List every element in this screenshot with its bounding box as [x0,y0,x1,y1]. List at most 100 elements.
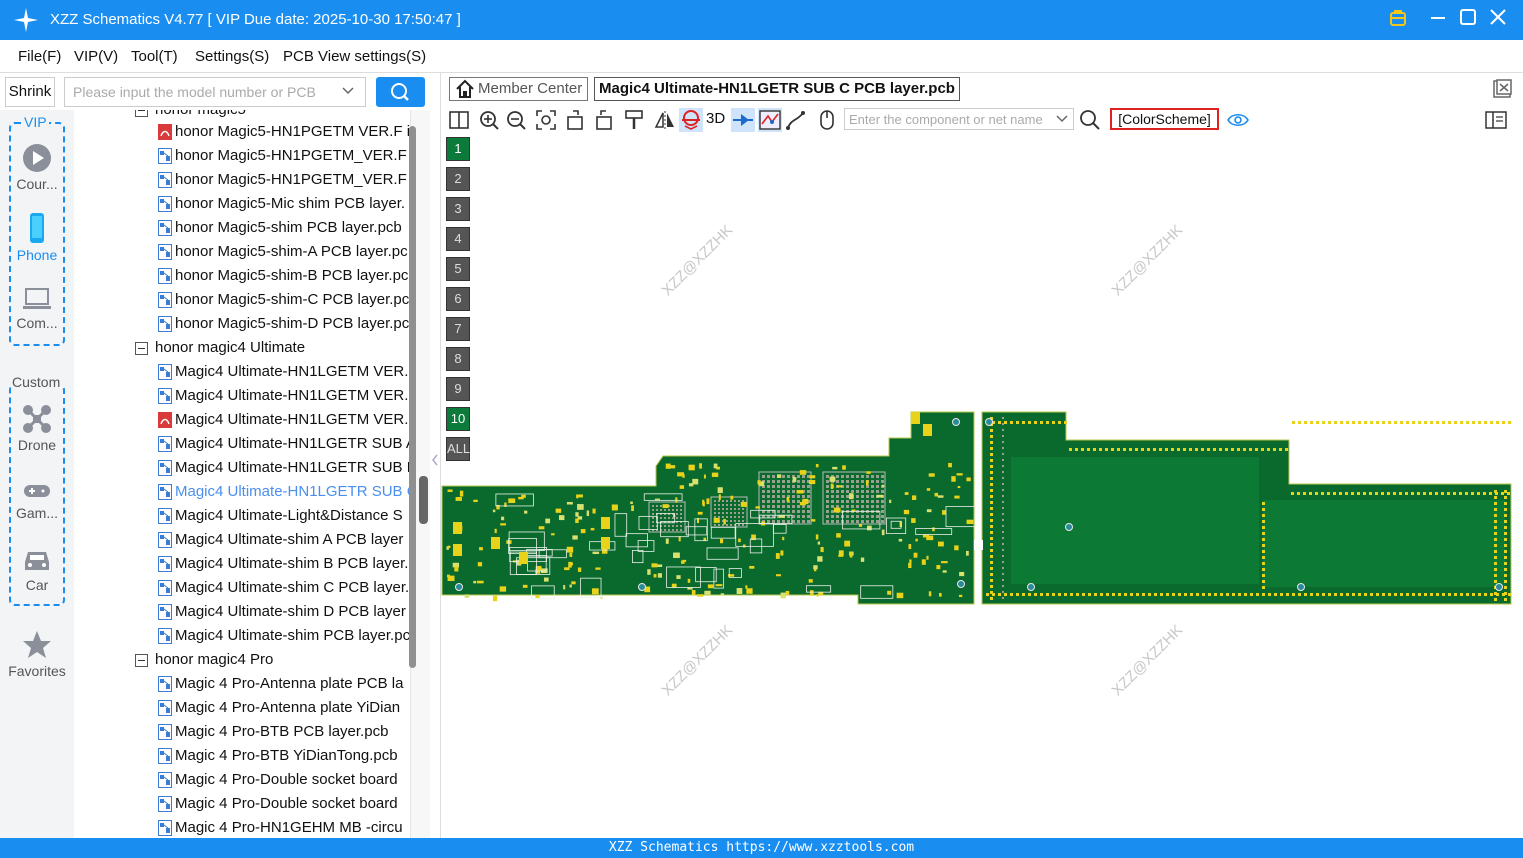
close-button[interactable] [1486,8,1510,32]
tree-file[interactable]: Magic4 Ultimate-Light&Distance S [74,504,410,528]
tab-active-file[interactable]: Magic4 Ultimate-HN1LGETR SUB C PCB layer… [594,77,960,101]
component-search-field[interactable] [844,108,1074,130]
tree-file[interactable]: Magic4 Ultimate-shim PCB layer.pc [74,624,410,648]
paint-brush-icon[interactable] [623,109,645,131]
tab-member-center[interactable]: Member Center [449,77,588,101]
tree-file[interactable]: Magic4 Ultimate-HN1LGETM VER.F [74,360,410,384]
collapse-icon[interactable] [135,110,148,117]
tree-file[interactable]: Magic 4 Pro-HN1GEHM MB -circu [74,816,410,838]
layer-button-4[interactable]: 4 [446,227,470,251]
search-icon[interactable] [1079,109,1101,131]
mouse-icon[interactable] [816,109,838,131]
tree-file[interactable]: honor Magic5-Mic shim PCB layer. [74,192,410,216]
car-icon [25,552,49,570]
net-highlight-icon[interactable] [679,108,703,132]
eye-icon[interactable] [1227,109,1249,131]
layer-button-7[interactable]: 7 [446,317,470,341]
tree-folder[interactable]: honor magic4 Pro [74,648,410,672]
menu-file[interactable]: File(F) [18,48,61,65]
layer-button-8[interactable]: 8 [446,347,470,371]
tree-file[interactable]: Magic 4 Pro-BTB YiDianTong.pcb [74,744,410,768]
tree-file[interactable]: Magic4 Ultimate-shim C PCB layer. [74,576,410,600]
menu-pcb-view-settings[interactable]: PCB View settings(S) [283,48,426,65]
tree-file[interactable]: Magic4 Ultimate-HN1LGETR SUB A [74,432,410,456]
model-search-input[interactable] [73,82,333,102]
tree-file[interactable]: Magic4 Ultimate-HN1LGETM VER.F [74,408,410,432]
collapse-icon[interactable] [135,654,148,667]
tree-file[interactable]: Magic4 Ultimate-shim B PCB layer. [74,552,410,576]
tree-file[interactable]: Magic 4 Pro-Double socket board [74,768,410,792]
tree-file[interactable]: Magic4 Ultimate-HN1LGETR SUB C [74,480,410,504]
layer-button-all[interactable]: ALL [446,437,470,461]
menu-bar: File(F) VIP(V) Tool(T) Settings(S) PCB V… [0,40,1523,72]
layer-overlay-icon[interactable] [758,108,782,132]
zoom-in-icon[interactable] [478,109,500,131]
sidebar-item-drone[interactable]: Drone [4,404,70,453]
sidebar-item-games[interactable]: Gam... [4,480,70,521]
sidebar-item-favorites[interactable]: Favorites [4,630,70,679]
zoom-out-icon[interactable] [505,109,527,131]
tree-file[interactable]: honor Magic5-HN1PGETM VER.F in [74,120,410,144]
maximize-button[interactable] [1456,8,1480,32]
model-search-field[interactable] [64,77,366,107]
collapse-icon[interactable] [135,342,148,355]
3d-view-button[interactable]: 3D [706,110,725,127]
fit-view-icon[interactable] [535,109,557,131]
color-scheme-button[interactable]: [ColorScheme] [1110,108,1219,130]
sidebar-item-car[interactable]: Car [4,546,70,593]
menu-settings[interactable]: Settings(S) [195,48,269,65]
layer-button-10[interactable]: 10 [446,407,470,431]
sidebar-item-courses[interactable]: Cour... [4,143,70,192]
pin-tool-icon[interactable] [731,108,755,132]
tree-file[interactable]: Magic 4 Pro-Antenna plate PCB la [74,672,410,696]
tree-item-label: Magic4 Ultimate-HN1LGETM VER.F [175,387,410,404]
tree-item-label: Magic 4 Pro-BTB PCB layer.pcb [175,723,389,740]
tree-file[interactable]: honor Magic5-shim PCB layer.pcb [74,216,410,240]
tree-file[interactable]: Magic4 Ultimate-HN1LGETR SUB B [74,456,410,480]
tree-file[interactable]: Magic 4 Pro-Antenna plate YiDian [74,696,410,720]
layer-button-5[interactable]: 5 [446,257,470,281]
split-view-icon[interactable] [448,109,470,131]
pcb-canvas[interactable]: XZZ@XZZHK XZZ@XZZHK XZZ@XZZHK XZZ@XZZHK [441,132,1523,838]
minimize-button[interactable] [1426,8,1450,32]
search-button[interactable] [376,77,425,107]
collapse-panel-handle[interactable] [431,440,439,480]
tree-file[interactable]: Magic 4 Pro-Double socket board [74,792,410,816]
sidebar-item-phone[interactable]: Phone [4,212,70,263]
pad [923,424,932,436]
pcb-board-view[interactable] [441,132,1523,838]
tree-file[interactable]: Magic4 Ultimate-shim D PCB layer [74,600,410,624]
chevron-down-icon[interactable] [341,84,355,98]
layer-button-3[interactable]: 3 [446,197,470,221]
tree-file[interactable]: honor Magic5-shim-B PCB layer.pc [74,264,410,288]
menu-tool[interactable]: Tool(T) [131,48,178,65]
menu-vip[interactable]: VIP(V) [74,48,118,65]
sidebar-item-computer[interactable]: Com... [4,286,70,331]
tree-file[interactable]: honor Magic5-HN1PGETM_VER.F M [74,168,410,192]
tree-file[interactable]: Magic4 Ultimate-HN1LGETM VER.F [74,384,410,408]
layer-button-1[interactable]: 1 [446,137,470,161]
tree-file[interactable]: Magic 4 Pro-BTB PCB layer.pcb [74,720,410,744]
tree-file[interactable]: honor Magic5-HN1PGETM_VER.F M [74,144,410,168]
layer-button-9[interactable]: 9 [446,377,470,401]
tree-item-label: Magic 4 Pro-Double socket board [175,795,398,812]
shrink-button[interactable]: Shrink [5,77,55,107]
chevron-down-icon[interactable] [1055,112,1069,126]
close-tab-icon[interactable] [1492,79,1512,99]
trace-tool-icon[interactable] [785,109,807,131]
tree-file[interactable]: honor Magic5-shim-D PCB layer.pc [74,312,410,336]
layer-button-2[interactable]: 2 [446,167,470,191]
mirror-flip-icon[interactable] [654,109,676,131]
tree-folder[interactable]: honor magic4 Ultimate [74,336,410,360]
panel-resize-handle[interactable] [419,476,428,524]
rotate-right-icon[interactable] [592,109,614,131]
component-search-input[interactable] [849,111,1049,127]
tree-file[interactable]: honor Magic5-shim-A PCB layer.pc [74,240,410,264]
tree-file[interactable]: honor Magic5-shim-C PCB layer.pc [74,288,410,312]
tree-file[interactable]: Magic4 Ultimate-shim A PCB layer [74,528,410,552]
vip-bag-icon[interactable] [1386,8,1410,32]
tree-scrollbar-thumb[interactable] [409,126,416,668]
layer-button-6[interactable]: 6 [446,287,470,311]
rotate-left-icon[interactable] [565,109,587,131]
side-panel-icon[interactable] [1485,109,1507,131]
